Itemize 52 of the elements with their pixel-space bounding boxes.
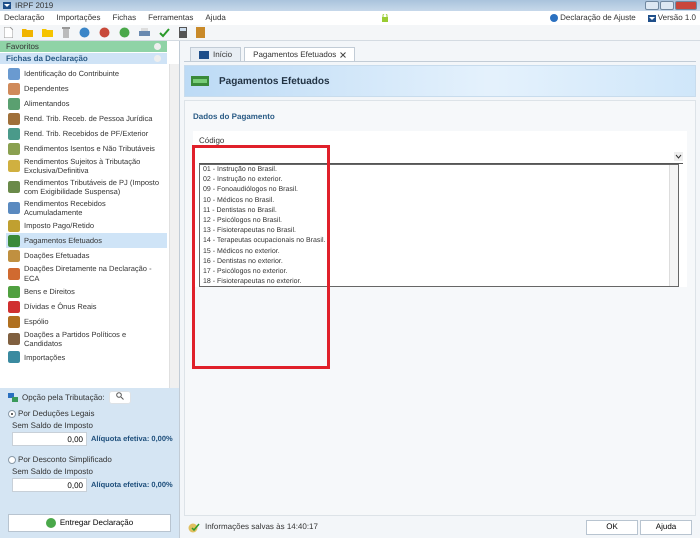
field-label: Sem Saldo de Imposto: [11, 466, 94, 478]
open-folder-icon[interactable]: [22, 28, 33, 37]
radio-option[interactable]: Por Deduções Legais: [8, 408, 171, 420]
menu-item[interactable]: Declaração: [4, 12, 44, 24]
app-logo-icon: [3, 2, 11, 9]
amount-field[interactable]: 0,00: [12, 432, 87, 446]
dialog-button[interactable]: Ajuda: [640, 520, 692, 534]
lock-icon: [382, 14, 388, 22]
section-header[interactable]: Fichas da Declaração: [0, 53, 167, 64]
tab[interactable]: Início: [190, 47, 242, 61]
scrollbar[interactable]: [669, 165, 678, 286]
field-label: Sem Saldo de Imposto: [11, 420, 94, 432]
saved-check-icon: [188, 522, 200, 532]
caret-icon: [674, 152, 683, 160]
search-icon: [116, 392, 124, 400]
trash-icon[interactable]: [62, 27, 70, 38]
app-logo-icon: [199, 50, 209, 58]
close-icon[interactable]: [340, 52, 346, 58]
app-logo-icon: [648, 14, 656, 22]
radio-option[interactable]: Por Desconto Simplificado: [8, 454, 171, 466]
amount-field[interactable]: 0,00: [12, 478, 87, 492]
status-message: Informações salvas às 14:40:17: [205, 521, 318, 533]
calculator-icon[interactable]: [179, 27, 187, 38]
new-document-icon[interactable]: [4, 27, 13, 38]
page-title: Pagamentos Efetuados: [219, 74, 330, 88]
folder-icon[interactable]: [42, 28, 53, 37]
arrows-icon: [8, 393, 18, 402]
circle-logo-icon: [550, 14, 558, 22]
menu-item[interactable]: Importações: [56, 12, 100, 24]
favorites-header[interactable]: Favoritos: [0, 41, 167, 52]
menu-item[interactable]: Ajuda: [205, 12, 226, 24]
minimize-button[interactable]: [645, 1, 659, 10]
window-title: IRPF 2019: [15, 0, 54, 12]
section-title: Dados do Pagamento: [193, 111, 276, 123]
tab[interactable]: Pagamentos Efetuados: [244, 47, 356, 61]
taxation-title: Opção pela Tributação:: [22, 392, 105, 404]
scrollbar[interactable]: [169, 64, 179, 388]
printer-icon[interactable]: [139, 28, 150, 38]
search-button[interactable]: [108, 391, 131, 404]
radio-button[interactable]: [8, 456, 16, 464]
maximize-button[interactable]: [660, 1, 674, 10]
submit-declaration-button[interactable]: Entregar Declaração: [8, 514, 171, 532]
menu-item[interactable]: Fichas: [112, 12, 136, 24]
radio-button[interactable]: [8, 410, 16, 418]
dropdown-list[interactable]: [199, 164, 679, 287]
menu-item[interactable]: Ferramentas: [148, 12, 194, 24]
close-button[interactable]: [675, 1, 697, 10]
version-label: Versão 1.0: [658, 12, 696, 24]
dialog-button[interactable]: OK: [586, 520, 638, 534]
field-label: Código: [199, 135, 226, 147]
declaration-type-label: Declaração de Ajuste: [560, 12, 636, 24]
checkmark-icon[interactable]: [159, 28, 170, 38]
